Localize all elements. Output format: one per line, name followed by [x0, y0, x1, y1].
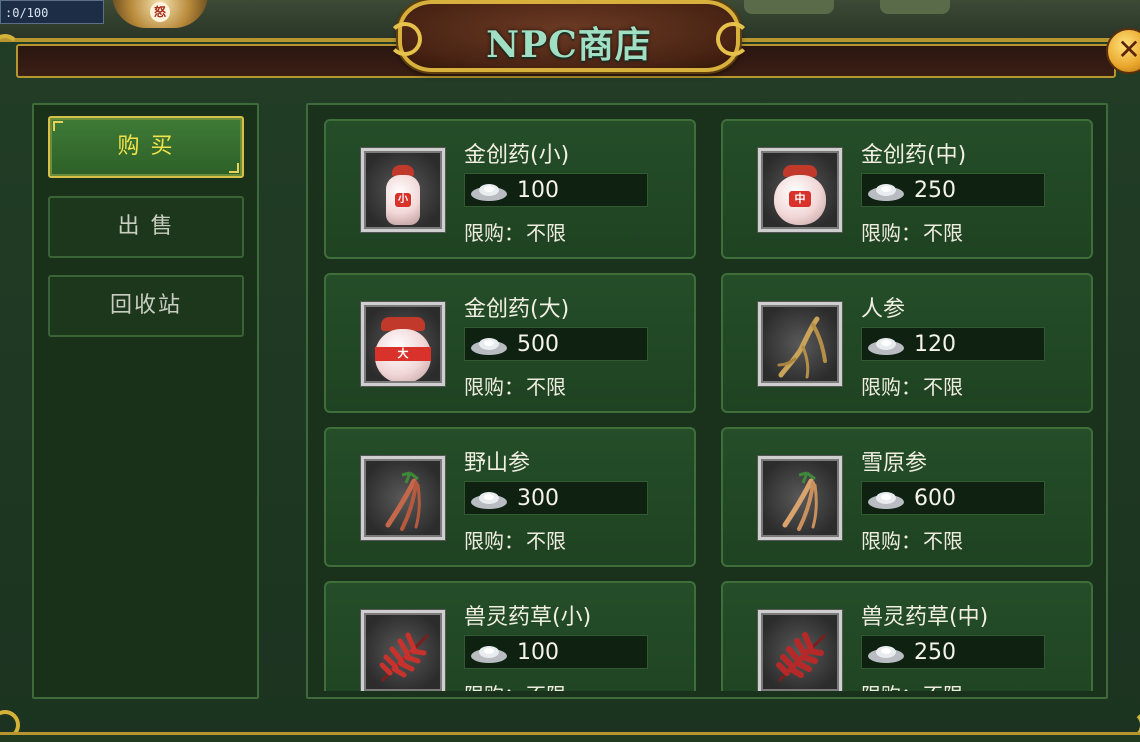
- item-icon-frame: 小: [360, 147, 446, 233]
- item-price-box: 100: [464, 635, 648, 669]
- item-name: 兽灵药草(小): [464, 605, 592, 630]
- item-icon-frame: [757, 301, 843, 387]
- limit-label: 限购：: [464, 375, 524, 399]
- item-price: 100: [517, 178, 559, 203]
- bottle-label: 中: [789, 191, 811, 207]
- silver-ingot-icon: [868, 492, 904, 509]
- limit-label: 限购：: [861, 529, 921, 553]
- close-icon: ✕: [1117, 33, 1140, 66]
- item-name: 金创药(大): [464, 297, 570, 322]
- item-name: 金创药(中): [861, 143, 967, 168]
- goods-item-renshen[interactable]: 人参 120 限购： 不限: [721, 273, 1093, 413]
- item-limit: 限购：不限: [861, 371, 963, 400]
- goods-item-jinchuangyao-small[interactable]: 小 金创药(小) 100 限购： 不限: [324, 119, 696, 259]
- silver-ingot-icon: [471, 338, 507, 355]
- hud-counter: :0/100: [0, 0, 104, 24]
- rage-emblem: 怒: [112, 0, 208, 28]
- item-name: 野山参: [464, 451, 531, 476]
- tab-label: 回收站: [109, 293, 182, 318]
- item-limit: 限购：不限: [464, 371, 566, 400]
- goods-item-beast-herb-small[interactable]: 兽灵药草(小) 100 限购：不限: [324, 581, 696, 691]
- limit-label: 限购：: [861, 221, 921, 245]
- item-icon-frame: [757, 455, 843, 541]
- limit-value: 不限: [923, 221, 963, 245]
- frame-bottom-bar: [0, 732, 1140, 742]
- item-limit: 限购：不限: [861, 679, 963, 691]
- limit-value: 不限: [923, 375, 963, 399]
- item-icon-frame: [360, 455, 446, 541]
- tab-buy[interactable]: 购 买: [48, 116, 244, 178]
- item-price-box: 500: [464, 327, 648, 361]
- limit-label: 限购：: [861, 375, 921, 399]
- item-price: 600: [914, 486, 956, 511]
- title-plaque: NPC商店: [388, 0, 750, 72]
- item-icon-frame: [360, 609, 446, 691]
- tab-panel: 购 买 出 售 回收站: [32, 103, 259, 699]
- limit-value: 不限: [526, 375, 566, 399]
- goods-item-beast-herb-medium[interactable]: 兽灵药草(中) 250 限购：不限: [721, 581, 1093, 691]
- tab-sell[interactable]: 出 售: [48, 196, 244, 258]
- limit-value: 不限: [526, 683, 566, 691]
- item-limit: 限购：不限: [464, 525, 566, 554]
- limit-label: 限购：: [464, 529, 524, 553]
- item-icon-frame: [757, 609, 843, 691]
- silver-ingot-icon: [471, 646, 507, 663]
- item-price-box: 300: [464, 481, 648, 515]
- snow-ginseng-icon: [782, 471, 818, 531]
- limit-value: 不限: [923, 529, 963, 553]
- goods-item-xueyuanshen[interactable]: 雪原参 600 限购： 不限: [721, 427, 1093, 567]
- item-price-box: 600: [861, 481, 1045, 515]
- item-price: 300: [517, 486, 559, 511]
- item-price: 100: [517, 640, 559, 665]
- item-price: 120: [914, 332, 956, 357]
- item-price-box: 250: [861, 635, 1045, 669]
- item-price-box: 120: [861, 327, 1045, 361]
- goods-item-jinchuangyao-medium[interactable]: 中 金创药(中) 250 限购： 不限: [721, 119, 1093, 259]
- item-price-box: 250: [861, 173, 1045, 207]
- bottle-label: 小: [395, 193, 411, 207]
- background-decoration: [744, 0, 834, 14]
- limit-label: 限购：: [861, 683, 921, 691]
- item-name: 雪原参: [861, 451, 928, 476]
- item-price: 250: [914, 178, 956, 203]
- goods-item-jinchuangyao-large[interactable]: 大 金创药(大) 500 限购： 不限: [324, 273, 696, 413]
- background-decoration: [880, 0, 950, 14]
- wild-ginseng-icon: [385, 471, 421, 531]
- item-icon-frame: 大: [360, 301, 446, 387]
- item-price: 500: [517, 332, 559, 357]
- item-price: 250: [914, 640, 956, 665]
- limit-value: 不限: [923, 683, 963, 691]
- item-name: 人参: [861, 297, 906, 322]
- item-price-box: 100: [464, 173, 648, 207]
- item-name: 兽灵药草(中): [861, 605, 989, 630]
- goods-item-yeshanshen[interactable]: 野山参 300 限购： 不限: [324, 427, 696, 567]
- rage-emblem-char: 怒: [150, 2, 170, 22]
- tab-label: 出 售: [117, 214, 175, 239]
- item-limit: 限购：不限: [861, 525, 963, 554]
- tab-label: 购 买: [117, 134, 175, 159]
- silver-ingot-icon: [471, 184, 507, 201]
- goods-grid: 小 金创药(小) 100 限购： 不限 中 金创药(中) 250 限购： 不限 …: [324, 119, 1094, 691]
- item-limit: 限购：不限: [464, 679, 566, 691]
- silver-ingot-icon: [868, 646, 904, 663]
- bottle-label: 大: [375, 347, 431, 361]
- ginseng-icon: [777, 316, 827, 379]
- limit-label: 限购：: [464, 683, 524, 691]
- page-title: NPC商店: [486, 24, 652, 66]
- beast-herb-small-icon: [379, 632, 430, 683]
- beast-herb-medium-icon: [776, 632, 827, 683]
- silver-ingot-icon: [471, 492, 507, 509]
- item-icon-frame: 中: [757, 147, 843, 233]
- item-name: 金创药(小): [464, 143, 570, 168]
- limit-value: 不限: [526, 221, 566, 245]
- tab-recycle[interactable]: 回收站: [48, 275, 244, 337]
- item-limit: 限购：不限: [464, 217, 566, 246]
- silver-ingot-icon: [868, 184, 904, 201]
- silver-ingot-icon: [868, 338, 904, 355]
- limit-label: 限购：: [464, 221, 524, 245]
- limit-value: 不限: [526, 529, 566, 553]
- item-limit: 限购：不限: [861, 217, 963, 246]
- goods-panel[interactable]: 小 金创药(小) 100 限购： 不限 中 金创药(中) 250 限购： 不限 …: [306, 103, 1108, 699]
